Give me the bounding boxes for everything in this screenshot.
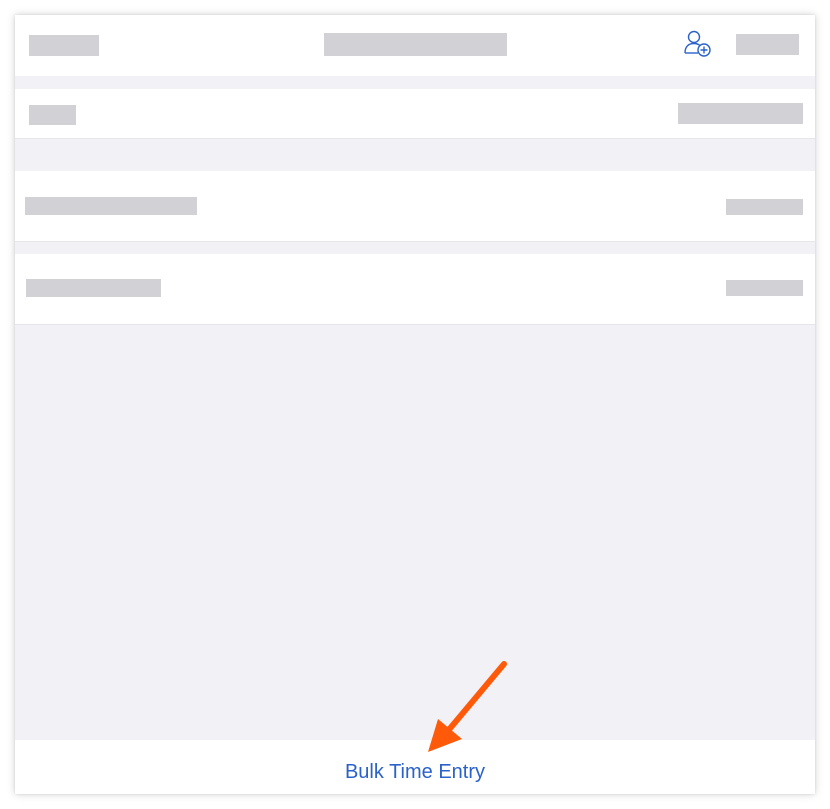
row-value-placeholder xyxy=(726,199,803,215)
bottom-toolbar: Bulk Time Entry xyxy=(15,740,815,794)
row-label-placeholder xyxy=(25,197,197,215)
list-item[interactable] xyxy=(15,171,815,242)
nav-title-placeholder xyxy=(324,33,507,56)
list-item[interactable] xyxy=(15,89,815,139)
back-button-placeholder[interactable] xyxy=(29,35,99,56)
list-item[interactable] xyxy=(15,254,815,325)
nav-bar xyxy=(15,15,815,76)
row-value-placeholder xyxy=(678,103,803,124)
row-value-placeholder xyxy=(726,280,803,296)
row-label-placeholder xyxy=(29,105,76,125)
app-window: Bulk Time Entry xyxy=(15,15,815,794)
row-label-placeholder xyxy=(26,279,161,297)
add-user-icon[interactable] xyxy=(683,29,715,59)
nav-right-button-placeholder[interactable] xyxy=(736,34,799,55)
bulk-time-entry-button[interactable]: Bulk Time Entry xyxy=(345,751,485,784)
